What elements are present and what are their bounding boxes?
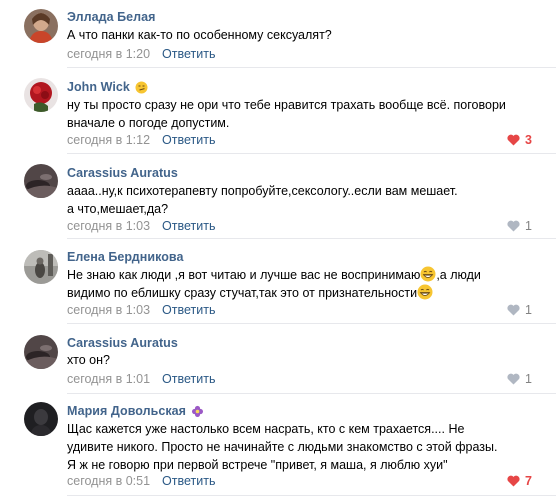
like-count: 3: [525, 133, 532, 147]
like-count: 1: [525, 303, 532, 317]
reply-button[interactable]: Ответить: [162, 372, 215, 386]
avatar[interactable]: [24, 335, 58, 369]
heart-icon: [507, 134, 520, 146]
reply-button[interactable]: Ответить: [162, 47, 215, 61]
reply-button[interactable]: Ответить: [162, 133, 215, 147]
like-count: 7: [525, 474, 532, 488]
like-count: 1: [525, 219, 532, 233]
avatar[interactable]: [24, 78, 58, 112]
comment-item: Carassius Auratus хто он? сегодня в 1:01…: [0, 324, 556, 394]
comment-item: Мария Довольская Щас кажется уже настоль…: [0, 394, 556, 498]
heart-icon: [507, 373, 520, 385]
avatar[interactable]: [24, 250, 58, 284]
like-button[interactable]: 7: [507, 473, 532, 489]
author-name[interactable]: Мария Довольская: [67, 404, 186, 418]
comment-text-line: Я ж не говорю при первой встрече "привет…: [67, 458, 448, 472]
comment-date[interactable]: сегодня в 1:03: [67, 219, 150, 233]
comment-text-line: удивите никого. Просто не начинайте с лю…: [67, 440, 498, 454]
grin-emoji-icon: [420, 266, 436, 282]
avatar[interactable]: [24, 402, 58, 436]
comments-list: Эллада Белая А что панки как-то по особе…: [0, 0, 556, 498]
comment-text-line: видимо по еблишку сразу стучат,так это о…: [67, 286, 418, 300]
comment-text-line: вначале о погоде допустим.: [67, 116, 230, 130]
purple-flower-icon: [191, 405, 204, 418]
comment-item: John Wick ну ты просто сразу не ори что …: [0, 68, 556, 154]
comment-date[interactable]: сегодня в 0:51: [67, 474, 150, 488]
comment-text-line: а что,мешает,да?: [67, 202, 169, 216]
like-button[interactable]: 1: [507, 302, 532, 318]
comment-item: Елена Бердникова Не знаю как люди ,я вот…: [0, 239, 556, 324]
comment-date[interactable]: сегодня в 1:03: [67, 303, 150, 317]
comment-text-line: аааа..ну,к психотерапевту попробуйте,сек…: [67, 184, 458, 198]
author-name[interactable]: Carassius Auratus: [67, 166, 178, 180]
author-name[interactable]: Елена Бердникова: [67, 250, 183, 264]
comment-text-line: Щас кажется уже настолько всем насрать, …: [67, 422, 465, 436]
emoji-smirk-icon: [135, 81, 148, 94]
author-name[interactable]: John Wick: [67, 80, 130, 94]
avatar[interactable]: [24, 9, 58, 43]
comment-text-fragment: ,а люди: [436, 268, 481, 282]
comment-date[interactable]: сегодня в 1:20: [67, 47, 150, 61]
comment-text-line: Не знаю как люди ,я вот читаю и лучше ва…: [67, 268, 421, 282]
heart-icon: [507, 475, 520, 487]
like-button[interactable]: 1: [507, 218, 532, 234]
comment-item: Эллада Белая А что панки как-то по особе…: [0, 0, 556, 68]
comment-text-line: ну ты просто сразу не ори что тебе нрави…: [67, 98, 506, 112]
heart-icon: [507, 304, 520, 316]
heart-icon: [507, 220, 520, 232]
comment-date[interactable]: сегодня в 1:12: [67, 133, 150, 147]
divider: [67, 495, 556, 496]
author-name[interactable]: Carassius Auratus: [67, 336, 178, 350]
reply-button[interactable]: Ответить: [162, 303, 215, 317]
grin-emoji-icon: [417, 284, 433, 300]
like-button[interactable]: 3: [507, 132, 532, 148]
comment-item: Carassius Auratus аааа..ну,к психотерапе…: [0, 154, 556, 239]
author-name[interactable]: Эллада Белая: [67, 10, 156, 24]
like-button[interactable]: 1: [507, 371, 532, 387]
avatar[interactable]: [24, 164, 58, 198]
comment-date[interactable]: сегодня в 1:01: [67, 372, 150, 386]
comment-text-line: хто он?: [67, 353, 110, 367]
comment-text-line: А что панки как-то по особенному сексуал…: [67, 28, 332, 42]
reply-button[interactable]: Ответить: [162, 474, 215, 488]
like-count: 1: [525, 372, 532, 386]
reply-button[interactable]: Ответить: [162, 219, 215, 233]
